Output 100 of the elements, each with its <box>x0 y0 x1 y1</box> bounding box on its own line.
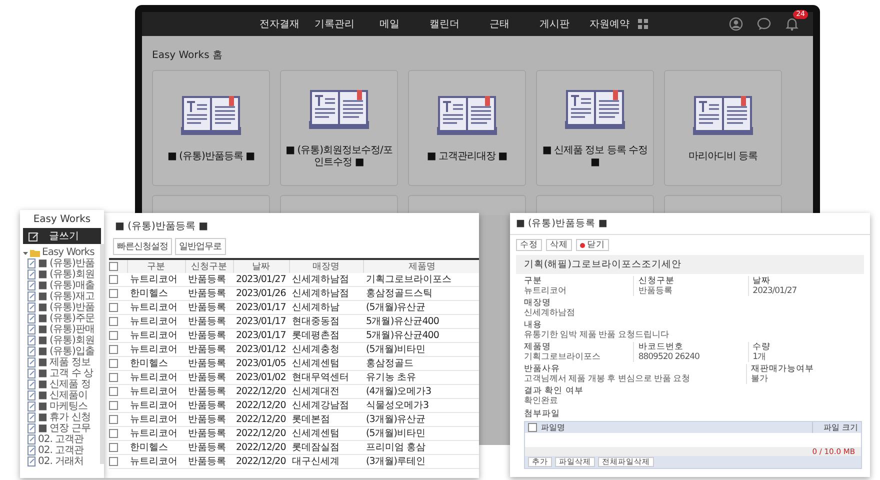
tree-item[interactable]: ■ 제품 정보 <box>38 357 90 368</box>
column-header[interactable]: 날짜 <box>233 259 289 273</box>
table-cell: 반품등록 <box>185 398 233 412</box>
field-value: 2023/01/27 <box>752 286 798 296</box>
table-cell: 뉴트리코어 <box>127 314 185 328</box>
toolbar-button[interactable]: 삭제 <box>546 239 572 251</box>
toolbar-button[interactable]: 수정 <box>516 239 542 251</box>
nav-menu-item[interactable]: 전자결재 <box>252 17 307 31</box>
checkbox[interactable] <box>109 345 118 354</box>
table-cell: 5개월)유산균400 <box>363 314 479 328</box>
nav-menu-item[interactable]: 게시판 <box>527 17 582 31</box>
caret-icon[interactable] <box>22 250 28 256</box>
column-header[interactable]: 신청구분 <box>185 259 233 273</box>
tree-item[interactable]: ■ 마케팅스 <box>38 401 88 412</box>
subject-bar: 기획(해필)그로브라이포스조기세안 <box>516 255 864 274</box>
checkbox[interactable] <box>109 457 118 466</box>
app-card[interactable] <box>664 195 782 215</box>
checkbox[interactable] <box>109 331 118 340</box>
field-value: 8809520 26240 <box>638 352 700 362</box>
tree-item[interactable]: ■ (유통)반품 <box>38 302 94 313</box>
nav-menu-item[interactable]: 자원예약 <box>582 17 637 31</box>
tree-item[interactable]: ■ 신제품이 <box>38 390 88 401</box>
checkbox[interactable] <box>109 289 118 298</box>
checkbox[interactable] <box>109 359 118 368</box>
table-cell: 2023/01/12 <box>233 342 289 356</box>
column-header[interactable]: 구분 <box>127 259 185 273</box>
list-title: ■ (유통)반품등록 ■ <box>114 220 210 234</box>
tree-item[interactable]: ■ (유통)입출 <box>38 346 94 357</box>
table-cell: 2023/01/02 <box>233 370 289 384</box>
field-value: 고객님께서 제품 개봉 후 변심으로 반품 요청 <box>524 374 692 384</box>
tree-item[interactable]: ■ (유통)반품 <box>38 258 94 269</box>
field-value: 뉴트리코어 <box>524 286 568 296</box>
book-icon <box>691 93 755 137</box>
detail-title: ■ (유통)반품등록 ■ <box>510 213 870 235</box>
document-icon <box>27 335 36 346</box>
table-cell: 롯데본점 <box>289 412 363 426</box>
select-all-checkbox[interactable] <box>109 262 118 271</box>
checkbox[interactable] <box>109 429 118 438</box>
app-card[interactable]: ■ 고객관리대장 ■ <box>408 70 526 186</box>
tree-item[interactable]: ■ (유통)회원 <box>38 335 94 346</box>
column-header[interactable]: 제품명 <box>363 259 479 273</box>
tree-item[interactable]: 02. 고객관 <box>38 445 84 456</box>
book-icon <box>563 87 627 131</box>
app-card[interactable] <box>152 195 270 215</box>
checkbox[interactable] <box>109 415 118 424</box>
nav-menu-item[interactable]: 근태 <box>472 17 527 31</box>
table-cell: 롯데평촌점 <box>289 328 363 342</box>
tree-item[interactable]: ■ (유통)회원 <box>38 269 94 280</box>
toolbar-button[interactable]: 일반업무로 <box>175 238 226 255</box>
column-header[interactable]: 파일명 <box>541 422 565 433</box>
app-card[interactable]: ■ (유통)회원정보수정/포인트수정 ■ <box>280 70 398 186</box>
checkbox[interactable] <box>109 275 118 284</box>
table-cell: 2022/12/20 <box>233 398 289 412</box>
toolbar-button[interactable]: 닫기 <box>576 239 609 251</box>
tree-item[interactable]: ■ (유통)매출 <box>38 280 94 291</box>
tree-item[interactable]: 02. 고객관 <box>38 434 84 445</box>
tree-item[interactable]: ■ (유통)판매 <box>38 324 94 335</box>
nav-menu-item[interactable]: 캘린더 <box>417 17 472 31</box>
tree-item[interactable]: ■ 신제품 정 <box>38 379 90 390</box>
tree-item[interactable]: ■ 고객 수 상 <box>38 368 93 379</box>
app-card[interactable]: ■ 신제품 정보 등록 수정 ■ <box>536 70 654 186</box>
column-header[interactable]: 매장명 <box>289 259 363 273</box>
checkbox[interactable] <box>528 423 537 432</box>
pencil-icon <box>28 230 39 242</box>
app-card[interactable]: ■ (유통)반품등록 ■ <box>152 70 270 186</box>
document-icon <box>27 456 36 467</box>
tree-item[interactable]: ■ 연장 근무 <box>38 423 90 434</box>
app-card[interactable] <box>536 195 654 215</box>
table-cell: 뉴트리코어 <box>127 412 185 426</box>
checkbox[interactable] <box>109 443 118 452</box>
app-card[interactable]: 마리아디비 등록 <box>664 70 782 186</box>
tree-item[interactable]: ■ (유통)재고 <box>38 291 94 302</box>
attachment-label: 첨부파일 <box>523 408 561 421</box>
table-cell: 롯데잠실점 <box>289 440 363 454</box>
bell-icon <box>785 17 799 31</box>
write-button[interactable]: 글쓰기 <box>23 228 101 244</box>
checkbox[interactable] <box>109 401 118 410</box>
table-cell: 대구신세계 <box>289 454 363 468</box>
document-icon <box>27 401 36 412</box>
field-value: 유통기한 임박 제품 반품 요청드립니다 <box>524 330 669 340</box>
checkbox[interactable] <box>109 387 118 396</box>
tree-item[interactable]: ■ 휴가 신청 <box>38 412 90 423</box>
table-cell: 신세계하남 <box>289 300 363 314</box>
table-cell: 기획그로브라이포스 <box>363 273 479 286</box>
table-cell: 홍삼정골드스틱 <box>363 286 479 300</box>
table-cell: 2023/01/05 <box>233 356 289 370</box>
checkbox[interactable] <box>109 317 118 326</box>
tree-item[interactable]: ■ (유통)주문 <box>38 313 94 324</box>
tree-item[interactable]: Easy Works <box>42 247 94 258</box>
nav-menu-item[interactable]: 기록관리 <box>307 17 362 31</box>
nav-menu-item[interactable]: 메일 <box>362 17 417 31</box>
tree-item[interactable]: 02. 거래처 <box>38 456 84 467</box>
toolbar-button[interactable]: 빠른신청설정 <box>113 238 172 255</box>
checkbox[interactable] <box>109 373 118 382</box>
checkbox[interactable] <box>109 303 118 312</box>
app-card[interactable] <box>280 195 398 215</box>
table-cell: 2022/12/20 <box>233 454 289 468</box>
app-card[interactable] <box>408 195 526 215</box>
document-icon <box>27 258 36 269</box>
table-cell: (3개월)루테인 <box>363 454 479 468</box>
